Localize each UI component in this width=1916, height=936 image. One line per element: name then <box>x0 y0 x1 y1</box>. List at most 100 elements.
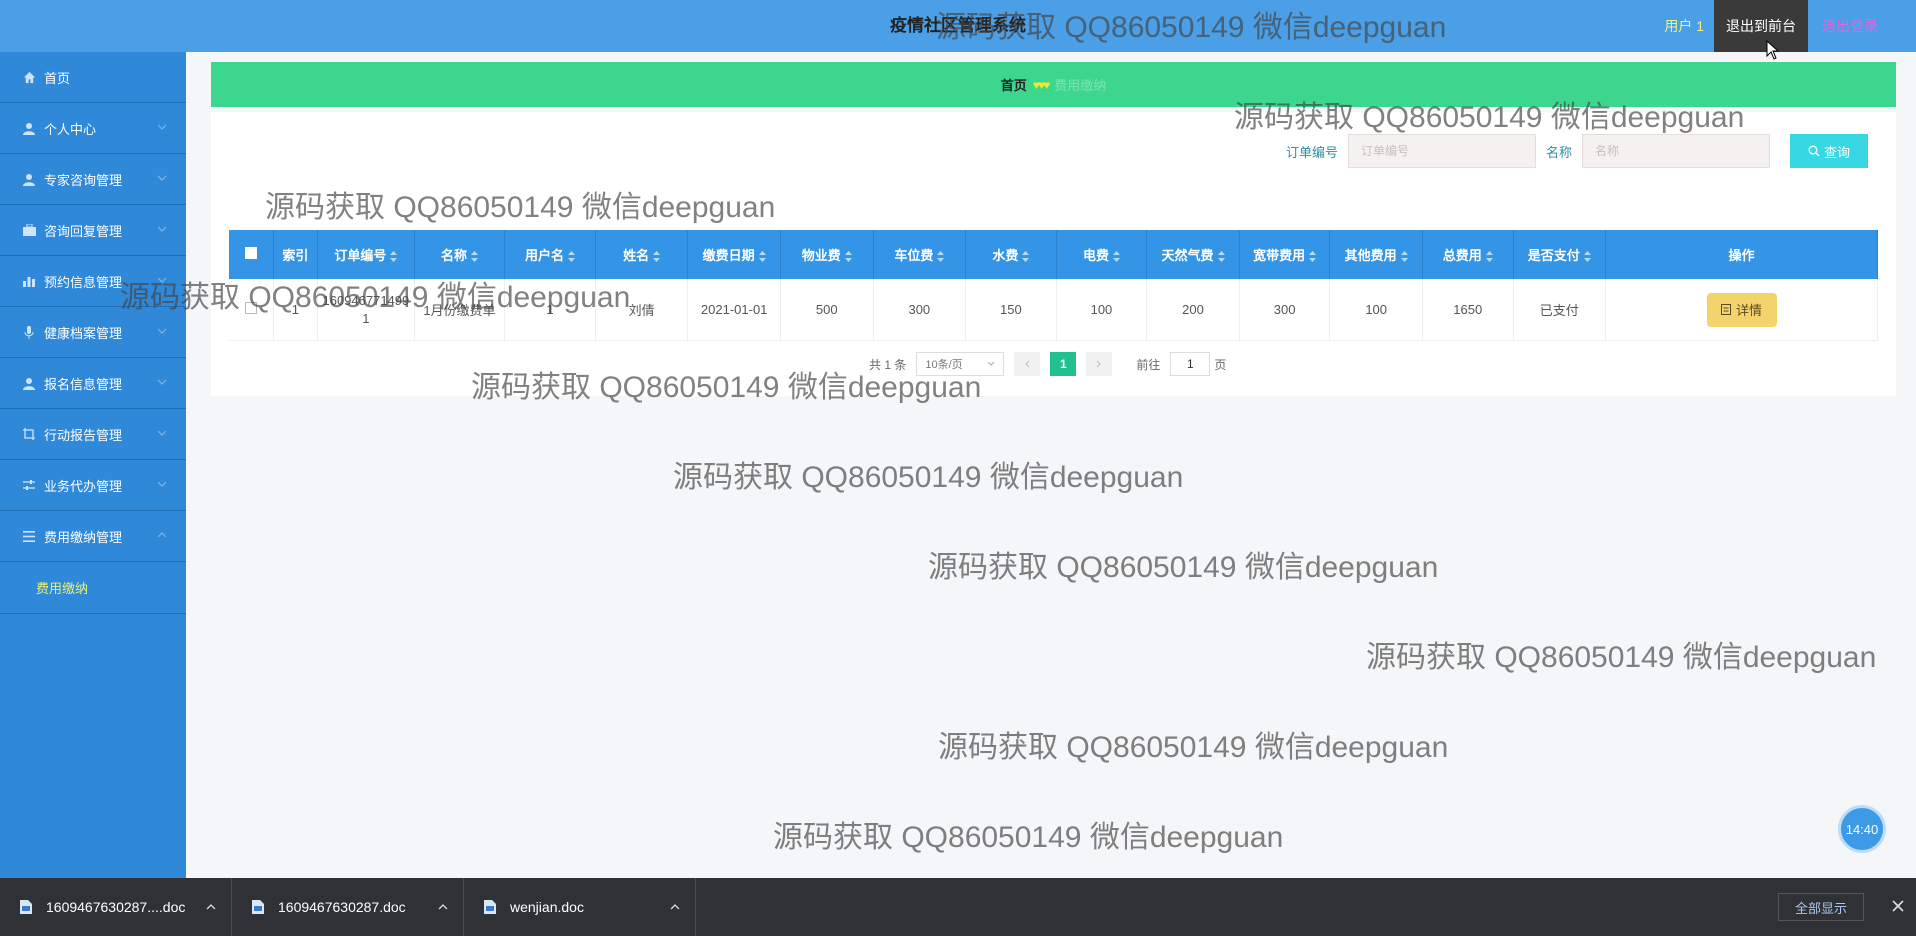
sidebar-item-health-record[interactable]: 健康档案管理 <box>0 307 186 358</box>
cell-name: 1月份缴费单 <box>414 279 506 341</box>
sort-icon[interactable] <box>1022 251 1030 263</box>
close-icon[interactable] <box>1890 898 1906 914</box>
chevron-down-icon <box>157 277 167 283</box>
sidebar-item-fee-payment[interactable]: 费用缴纳管理 <box>0 511 186 562</box>
column-header[interactable]: 物业费 <box>780 230 874 279</box>
sidebar-item-profile[interactable]: 个人中心 <box>0 103 186 154</box>
column-header[interactable]: 是否支付 <box>1513 230 1607 279</box>
watermark-text: 源码获取 QQ86050149 微信deepguan <box>1366 641 1877 674</box>
cell-realname: 刘倩 <box>595 279 689 341</box>
sidebar-item-label: 预约信息管理 <box>44 274 123 290</box>
chevron-up-icon[interactable] <box>437 901 449 913</box>
chevron-up-icon[interactable] <box>669 901 681 913</box>
sort-icon[interactable] <box>1112 251 1120 263</box>
next-page-button[interactable] <box>1086 352 1113 376</box>
download-bar: 1609467630287....doc 1609467630287.doc w… <box>0 878 1916 936</box>
sort-icon[interactable] <box>1309 251 1317 263</box>
column-header: 操作 <box>1605 230 1878 279</box>
sidebar-item-home[interactable]: 首页 <box>0 52 186 103</box>
row-checkbox[interactable] <box>244 302 257 314</box>
mouse-cursor-icon <box>1766 40 1780 60</box>
breadcrumb-home[interactable]: 首页 <box>1001 75 1027 94</box>
chevron-right-icon <box>1096 360 1102 368</box>
order-number-label: 订单编号 <box>1285 144 1338 160</box>
document-icon <box>1721 304 1732 315</box>
column-header[interactable]: 用户名 <box>504 230 596 279</box>
sort-icon[interactable] <box>844 251 852 263</box>
column-header[interactable]: 缴费日期 <box>687 230 781 279</box>
sort-icon[interactable] <box>470 251 478 263</box>
goto-suffix: 页 <box>1214 357 1227 372</box>
sort-icon[interactable] <box>390 251 398 263</box>
sliders-icon <box>22 478 36 492</box>
sidebar-item-label: 首页 <box>44 70 71 86</box>
fee-table: 索引 订单编号 名称 用户名 姓名 缴费日期 物业费 车位费 水费 电费 天然气… <box>229 230 1878 341</box>
download-item[interactable]: 1609467630287....doc <box>0 878 232 936</box>
app-title: 疫情社区管理系统 <box>890 16 1026 35</box>
column-header[interactable]: 姓名 <box>595 230 689 279</box>
chevron-up-icon <box>157 532 167 538</box>
sort-icon[interactable] <box>1485 251 1493 263</box>
crop-icon <box>22 427 36 441</box>
sidebar-item-label: 专家咨询管理 <box>44 172 123 188</box>
logout-link[interactable]: 退出登录 <box>1822 0 1878 52</box>
sort-icon[interactable] <box>758 251 766 263</box>
user-icon <box>22 376 36 390</box>
sidebar-item-action-report[interactable]: 行动报告管理 <box>0 409 186 460</box>
sidebar-subitem-fee-payment[interactable]: 费用缴纳 <box>0 562 186 614</box>
search-button[interactable]: 查询 <box>1790 134 1868 168</box>
sort-icon[interactable] <box>1400 251 1408 263</box>
document-icon <box>20 900 32 914</box>
sort-icon[interactable] <box>653 251 661 263</box>
row-select-cell[interactable] <box>229 279 274 341</box>
select-all-header[interactable] <box>229 230 274 279</box>
chevron-left-icon <box>1025 360 1030 368</box>
total-count: 共 1 条 <box>869 357 907 372</box>
cell-paid-status: 已支付 <box>1513 279 1607 341</box>
sidebar-item-business-agent[interactable]: 业务代办管理 <box>0 460 186 511</box>
chevron-up-icon[interactable] <box>205 901 217 913</box>
show-all-downloads-button[interactable]: 全部显示 <box>1778 893 1864 921</box>
sidebar-item-registration[interactable]: 报名信息管理 <box>0 358 186 409</box>
clock-widget[interactable]: 14:40 <box>1838 805 1886 853</box>
sidebar-item-appointment[interactable]: 预约信息管理 <box>0 256 186 307</box>
goto-page-input[interactable]: 1 <box>1170 352 1211 376</box>
sidebar-item-consult-reply[interactable]: 咨询回复管理 <box>0 205 186 256</box>
breadcrumb: 首页 ♥♥♥ 费用缴纳 <box>211 62 1896 107</box>
detail-button[interactable]: 详情 <box>1706 292 1777 327</box>
chevron-down-icon <box>157 226 167 232</box>
column-header[interactable]: 车位费 <box>873 230 967 279</box>
download-item[interactable]: 1609467630287.doc <box>232 878 464 936</box>
column-header[interactable]: 其他费用 <box>1329 230 1423 279</box>
sort-icon[interactable] <box>568 251 576 263</box>
cell-broadband-fee: 300 <box>1239 279 1331 341</box>
column-header[interactable]: 天然气费 <box>1146 230 1240 279</box>
exit-to-frontend-button[interactable]: 退出到前台 <box>1714 0 1808 52</box>
sort-icon[interactable] <box>1217 251 1225 263</box>
prev-page-button[interactable] <box>1014 352 1041 376</box>
sidebar-item-label: 行动报告管理 <box>44 427 123 443</box>
column-header[interactable]: 水费 <box>965 230 1057 279</box>
sidebar-item-expert-consult[interactable]: 专家咨询管理 <box>0 154 186 205</box>
sidebar-item-label: 报名信息管理 <box>44 376 123 392</box>
sort-icon[interactable] <box>1583 251 1591 263</box>
name-input[interactable] <box>1582 134 1770 168</box>
search-bar: 订单编号 名称 查询 <box>1286 134 1868 168</box>
current-user[interactable]: 用户 1 <box>1664 0 1704 52</box>
download-item[interactable]: wenjian.doc <box>464 878 696 936</box>
page-number-current[interactable]: 1 <box>1050 352 1077 376</box>
page-size-select[interactable]: 10条/页 <box>916 352 1005 376</box>
user-icon <box>22 172 36 186</box>
cell-date: 2021-01-01 <box>687 279 781 341</box>
column-header[interactable]: 订单编号 <box>317 230 415 279</box>
column-header[interactable]: 名称 <box>414 230 506 279</box>
name-label: 名称 <box>1545 144 1572 160</box>
column-header[interactable]: 电费 <box>1056 230 1148 279</box>
select-all-checkbox[interactable] <box>244 247 257 259</box>
column-header[interactable]: 总费用 <box>1422 230 1514 279</box>
column-header[interactable]: 宽带费用 <box>1239 230 1331 279</box>
sort-icon[interactable] <box>937 251 945 263</box>
download-filename: wenjian.doc <box>510 899 584 915</box>
sidebar-item-label: 费用缴纳管理 <box>44 529 123 545</box>
order-number-input[interactable] <box>1347 134 1536 168</box>
